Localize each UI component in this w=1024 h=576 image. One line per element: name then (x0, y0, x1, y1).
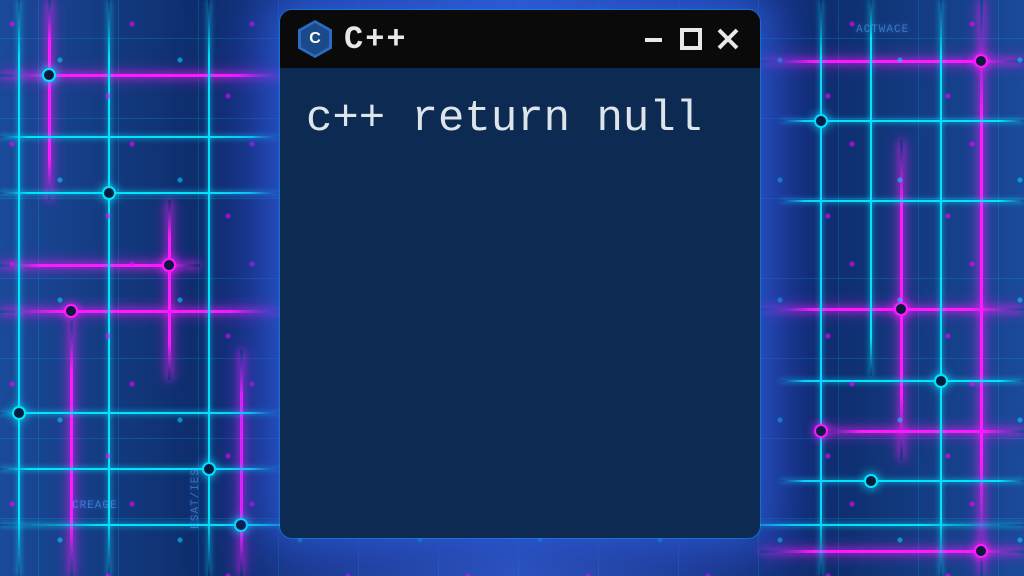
terminal-content[interactable]: c++ return null (280, 68, 760, 171)
close-button[interactable] (714, 25, 742, 53)
minimize-button[interactable] (642, 26, 668, 52)
maximize-button[interactable] (678, 26, 704, 52)
titlebar[interactable]: C C++ (280, 10, 760, 68)
cpp-icon-text: C (309, 30, 321, 48)
window-controls (642, 25, 742, 53)
window-title: C++ (344, 21, 630, 58)
cpp-icon: C (298, 20, 332, 58)
terminal-window: C C++ c++ return null (280, 10, 760, 538)
